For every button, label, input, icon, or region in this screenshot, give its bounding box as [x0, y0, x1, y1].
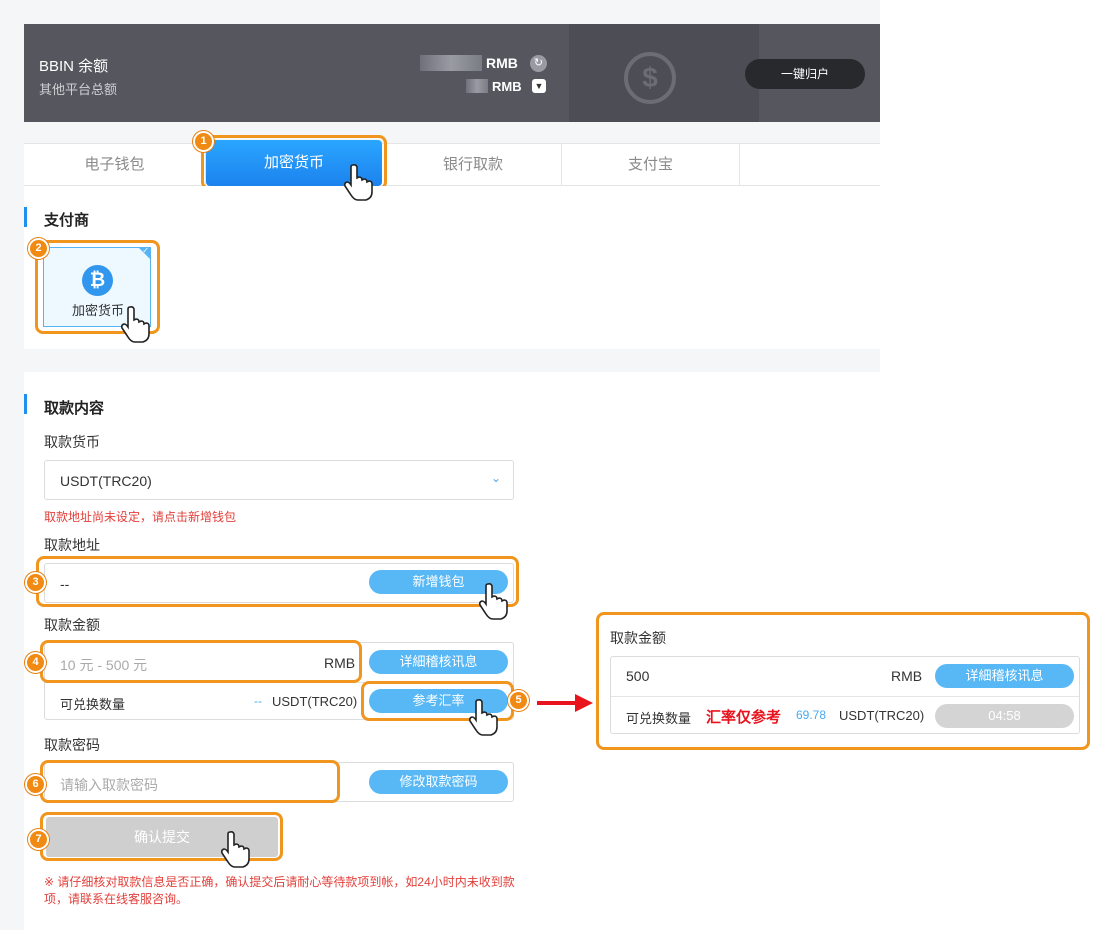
step-badge-6: 6	[25, 774, 46, 795]
balance-currency: RMB	[486, 55, 518, 71]
chevron-down-icon[interactable]: ▼	[532, 79, 546, 93]
step-badge-7: 7	[28, 829, 49, 850]
tab-alipay[interactable]: 支付宝	[562, 144, 740, 186]
balance-title: BBIN 余额	[39, 58, 109, 75]
recall-all-button[interactable]: 一键归户	[745, 59, 865, 89]
blurred-balance	[420, 55, 482, 71]
audit-detail-button[interactable]: 详細稽核讯息	[369, 650, 508, 674]
exchange-label: 可兑换数量	[60, 697, 126, 712]
address-label: 取款地址	[44, 537, 100, 553]
arrow-right-icon	[575, 694, 593, 712]
refresh-icon[interactable]: ↻	[530, 55, 547, 72]
rate-reference-note: 汇率仅参考	[706, 709, 782, 726]
provider-section-title: 支付商	[44, 212, 90, 229]
popup-amount-value: 500	[626, 668, 650, 684]
popup-exchange-value: 69.78	[796, 708, 827, 722]
section-accent-bar	[24, 394, 27, 414]
popup-amount-unit: RMB	[891, 668, 923, 684]
change-password-button[interactable]: 修改取款密码	[369, 770, 508, 794]
popup-amount-box: 500 RMB 详細稽核讯息 可兑换数量 汇率仅参考 69.78 USDT(TR…	[610, 656, 1080, 734]
blurred-other-balance	[466, 79, 488, 93]
exchange-rate-popup: 取款金额 500 RMB 详細稽核讯息 可兑换数量 汇率仅参考 69.78 US…	[596, 612, 1090, 750]
withdraw-note: ※ 请仔细核对取款信息是否正确，确认提交后请耐心等待款项到帐，如24小时内未收到…	[44, 875, 515, 906]
amount-label: 取款金额	[44, 617, 100, 633]
step-badge-1: 1	[193, 131, 214, 152]
payment-tabs: 电子钱包 银行取款 支付宝	[24, 143, 880, 186]
withdraw-section-title: 取款内容	[44, 400, 105, 417]
countdown-timer: 04:58	[935, 704, 1074, 728]
divider	[611, 696, 1079, 697]
tab-bank-withdraw[interactable]: 银行取款	[384, 144, 562, 186]
exchange-value: --	[254, 694, 262, 708]
balance-header: BBIN 余额 其他平台总额 RMB ↻ RMB ▼ $ 一键归户	[24, 24, 880, 122]
hand-cursor-icon	[220, 830, 250, 868]
other-balance-currency: RMB	[492, 79, 522, 94]
exchange-unit: USDT(TRC20)	[272, 694, 358, 709]
popup-title: 取款金额	[610, 630, 666, 646]
hand-cursor-icon	[343, 163, 373, 201]
currency-select[interactable]: USDT(TRC20) ⌄	[44, 460, 514, 500]
withdraw-page: BBIN 余额 其他平台总额 RMB ↻ RMB ▼ $ 一键归户 电子钱包 银…	[0, 0, 1097, 930]
step-badge-4: 4	[25, 652, 46, 673]
tab-e-wallet[interactable]: 电子钱包	[24, 144, 206, 186]
step-badge-2: 2	[28, 238, 49, 259]
address-error: 取款地址尚未设定，请点击新增钱包	[44, 510, 237, 524]
step-badge-3: 3	[25, 572, 46, 593]
password-label: 取款密码	[44, 737, 100, 753]
currency-label: 取款货币	[44, 434, 100, 450]
step-highlight-4	[40, 640, 362, 683]
section-accent-bar	[24, 207, 27, 227]
step-highlight-3	[36, 556, 519, 607]
step-highlight-6	[40, 760, 340, 803]
arrow-line	[537, 701, 578, 705]
step-badge-5: 5	[508, 690, 529, 711]
popup-exchange-unit: USDT(TRC20)	[839, 708, 925, 723]
popup-exchange-label: 可兑换数量	[626, 711, 692, 726]
hand-cursor-icon	[478, 582, 508, 620]
popup-audit-detail-button[interactable]: 详細稽核讯息	[935, 664, 1074, 688]
balance-subtitle: 其他平台总额	[39, 82, 118, 97]
dollar-coin-icon: $	[624, 52, 676, 104]
hand-cursor-icon	[468, 698, 498, 736]
currency-value: USDT(TRC20)	[60, 473, 152, 489]
chevron-down-icon: ⌄	[491, 471, 502, 485]
hand-cursor-icon	[120, 305, 150, 343]
